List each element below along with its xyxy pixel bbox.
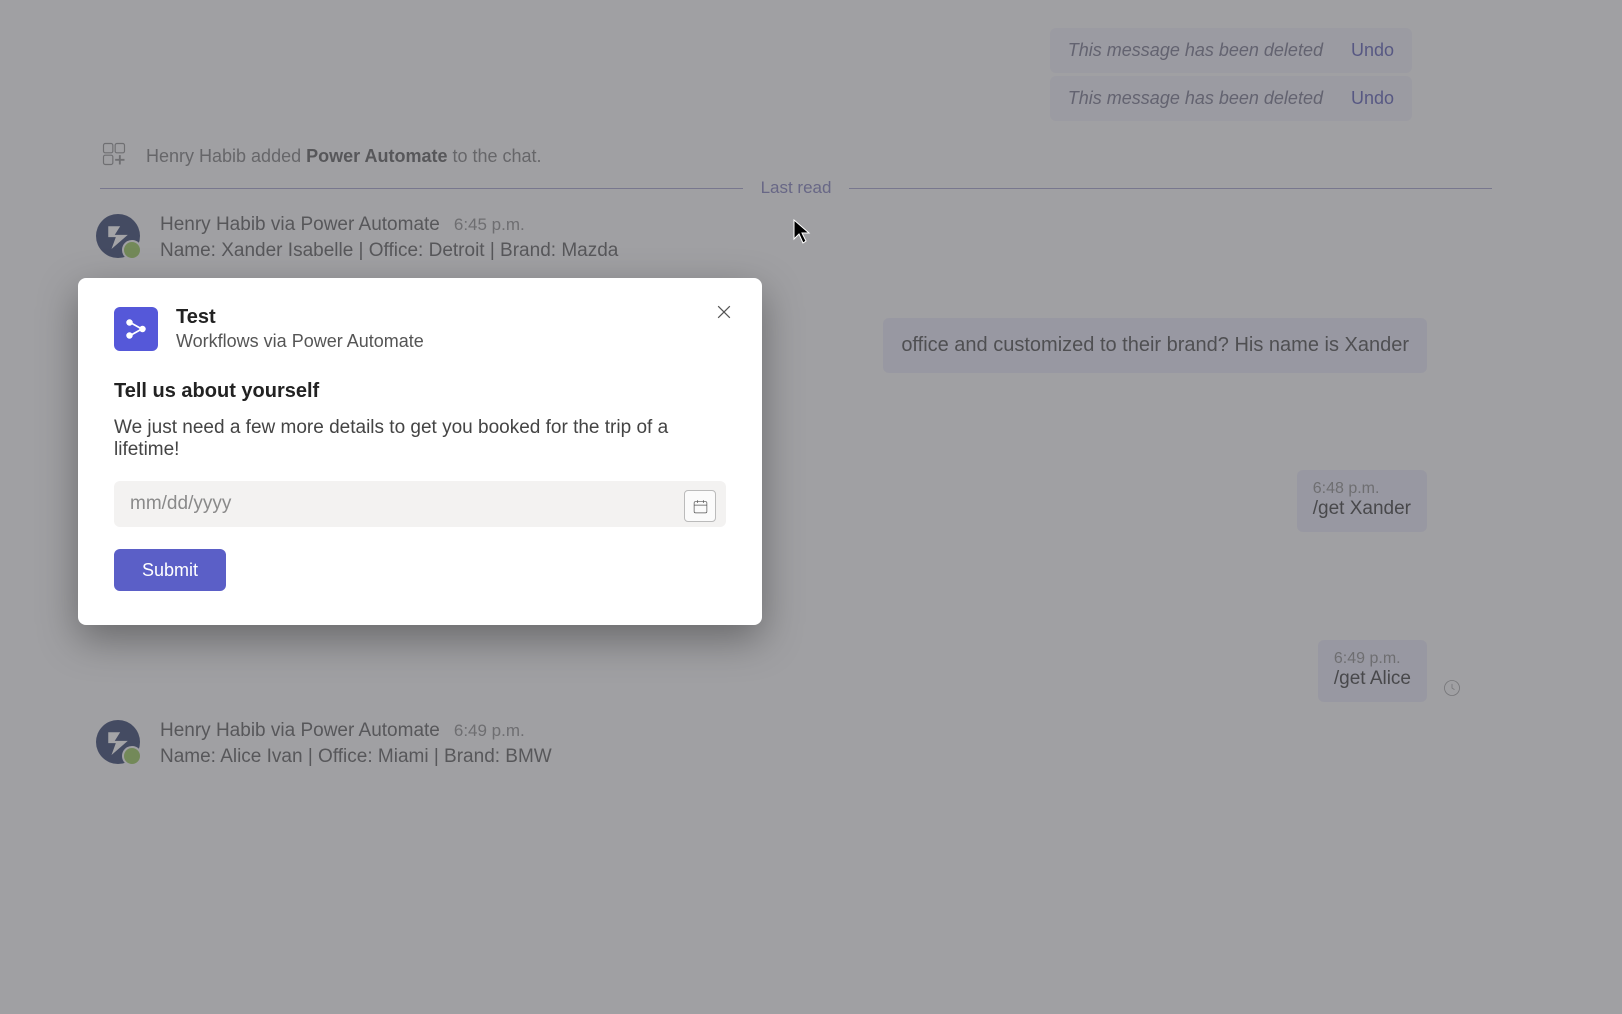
chat-area: This message has been deleted Undo This … — [0, 0, 1622, 1014]
calendar-icon — [692, 498, 709, 515]
card-subtitle: Workflows via Power Automate — [176, 331, 424, 352]
adaptive-card-modal: Test Workflows via Power Automate Tell u… — [78, 278, 762, 625]
card-heading: Tell us about yourself — [114, 380, 726, 403]
card-description: We just need a few more details to get y… — [114, 417, 726, 461]
close-icon — [714, 302, 734, 322]
mouse-cursor — [793, 219, 813, 252]
close-button[interactable] — [710, 298, 738, 326]
workflows-icon — [114, 307, 158, 351]
card-header: Test Workflows via Power Automate — [114, 306, 726, 352]
date-picker-button[interactable] — [684, 490, 716, 522]
card-title: Test — [176, 306, 424, 329]
submit-button[interactable]: Submit — [114, 549, 226, 591]
date-input[interactable] — [114, 481, 726, 527]
date-field — [114, 481, 726, 527]
